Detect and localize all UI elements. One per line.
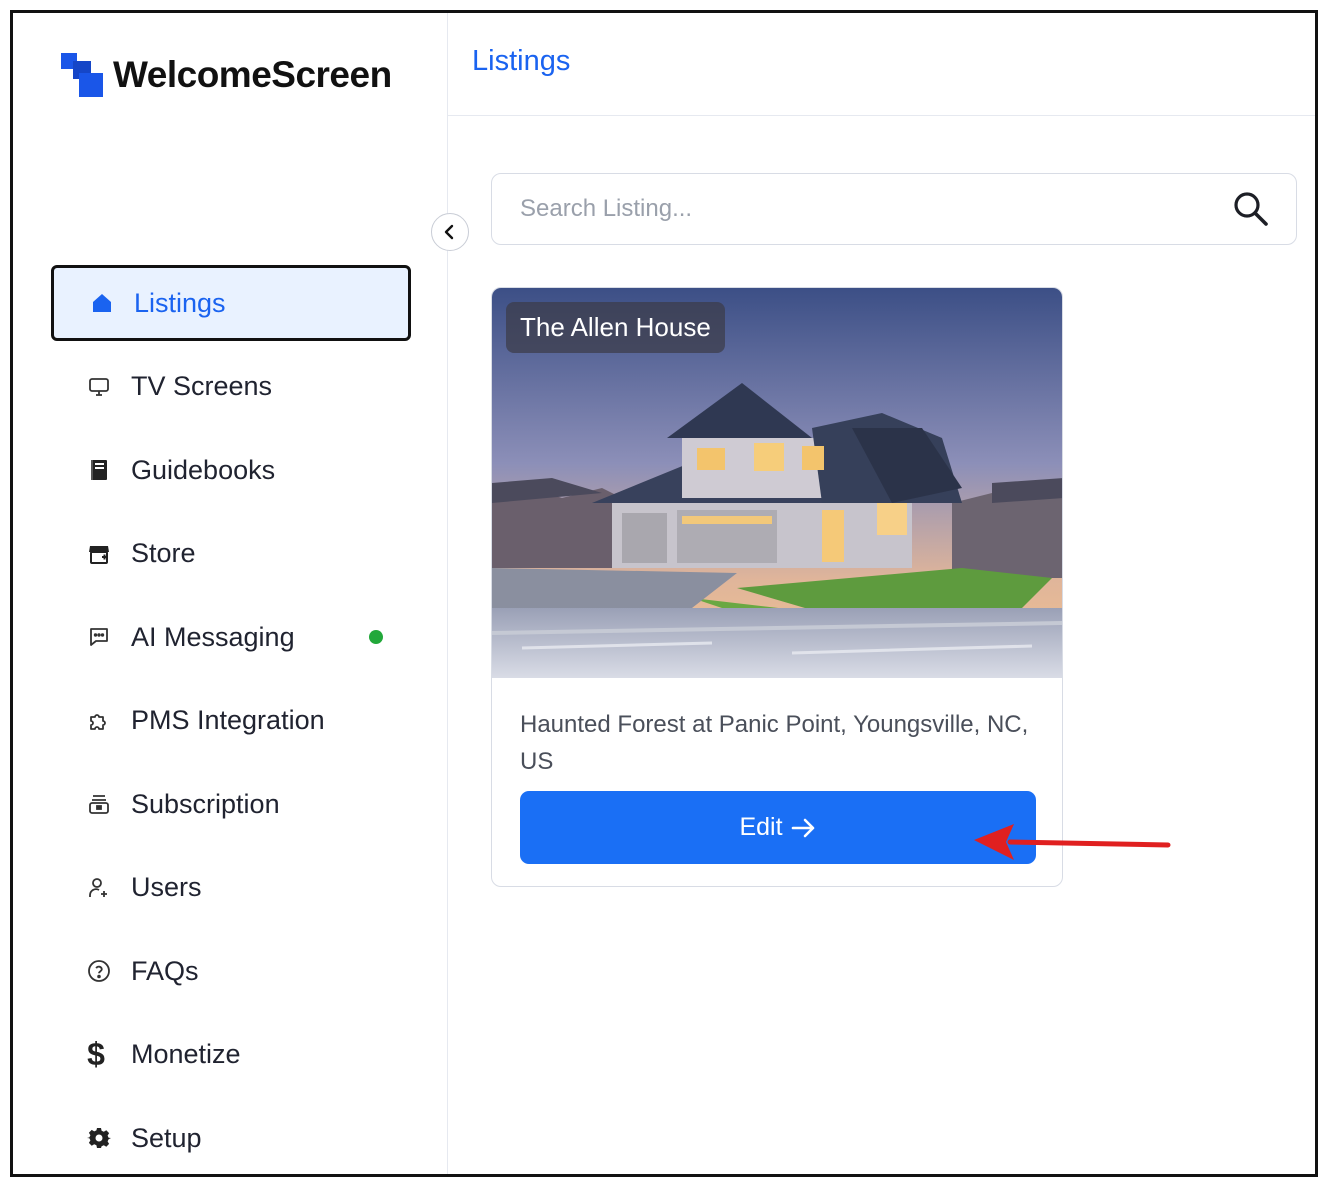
- sidebar-item-store[interactable]: Store: [51, 516, 411, 592]
- page-title: Listings: [472, 45, 571, 77]
- sidebar-item-subscription[interactable]: Subscription: [51, 766, 411, 842]
- logo-icon: [61, 53, 105, 97]
- sidebar: WelcomeScreen Listings TV Screens Guideb…: [13, 13, 448, 1174]
- monitor-icon: [87, 375, 111, 399]
- sidebar-item-label: Subscription: [131, 788, 280, 819]
- sidebar-item-label: PMS Integration: [131, 705, 325, 735]
- sidebar-item-label: Guidebooks: [131, 454, 276, 485]
- sidebar-item-label: Monetize: [131, 1039, 241, 1069]
- sidebar-item-ai-messaging[interactable]: AI Messaging: [51, 599, 411, 675]
- brand-logo[interactable]: WelcomeScreen: [61, 53, 392, 97]
- user-add-icon: [87, 876, 111, 900]
- sidebar-item-label: FAQs: [131, 955, 199, 986]
- listing-address: Haunted Forest at Panic Point, Youngsvil…: [520, 711, 1029, 775]
- sidebar-nav: Listings TV Screens Guidebooks Store AI …: [51, 265, 411, 1174]
- app-window: WelcomeScreen Listings TV Screens Guideb…: [10, 10, 1318, 1177]
- arrow-right-icon: [791, 818, 814, 837]
- search-input[interactable]: [520, 195, 1232, 223]
- gear-icon: [87, 1126, 111, 1150]
- search-icon[interactable]: [1232, 190, 1270, 228]
- search-bar: [491, 173, 1297, 245]
- brand-name: WelcomeScreen: [113, 54, 392, 95]
- sidebar-item-label: AI Messaging: [131, 621, 295, 652]
- home-icon: [90, 291, 114, 315]
- edit-button-label: Edit: [739, 813, 783, 841]
- sidebar-item-tv-screens[interactable]: TV Screens: [51, 349, 411, 425]
- chat-icon: [87, 625, 111, 649]
- help-icon: [87, 959, 111, 983]
- sidebar-item-pms-integration[interactable]: PMS Integration: [51, 683, 411, 759]
- sidebar-item-label: Setup: [131, 1122, 202, 1153]
- sidebar-item-setup[interactable]: Setup: [51, 1100, 411, 1174]
- edit-listing-button[interactable]: Edit: [520, 791, 1036, 864]
- sidebar-item-listings[interactable]: Listings: [51, 265, 411, 341]
- chevron-left-icon: [444, 224, 454, 240]
- store-icon: [87, 542, 111, 566]
- sidebar-item-label: TV Screens: [131, 371, 273, 401]
- top-bar: Listings: [448, 13, 1315, 116]
- online-status-dot: [369, 630, 383, 644]
- collapse-sidebar-button[interactable]: [431, 213, 469, 251]
- dollar-icon: $: [87, 1036, 105, 1072]
- sidebar-item-users[interactable]: Users: [51, 850, 411, 926]
- annotation-arrow: [974, 824, 1171, 860]
- listing-card[interactable]: The Allen House Haunted Forest at Panic …: [491, 287, 1063, 887]
- sidebar-item-label: Users: [131, 872, 202, 902]
- sidebar-item-label: Store: [131, 538, 196, 568]
- sidebar-item-label: Listings: [134, 287, 226, 318]
- book-icon: [87, 458, 111, 482]
- subscription-icon: [87, 792, 111, 816]
- listing-name: The Allen House: [506, 302, 725, 353]
- puzzle-icon: [87, 709, 111, 733]
- sidebar-item-guidebooks[interactable]: Guidebooks: [51, 432, 411, 508]
- sidebar-item-monetize[interactable]: $ Monetize: [51, 1017, 411, 1093]
- sidebar-item-faqs[interactable]: FAQs: [51, 933, 411, 1009]
